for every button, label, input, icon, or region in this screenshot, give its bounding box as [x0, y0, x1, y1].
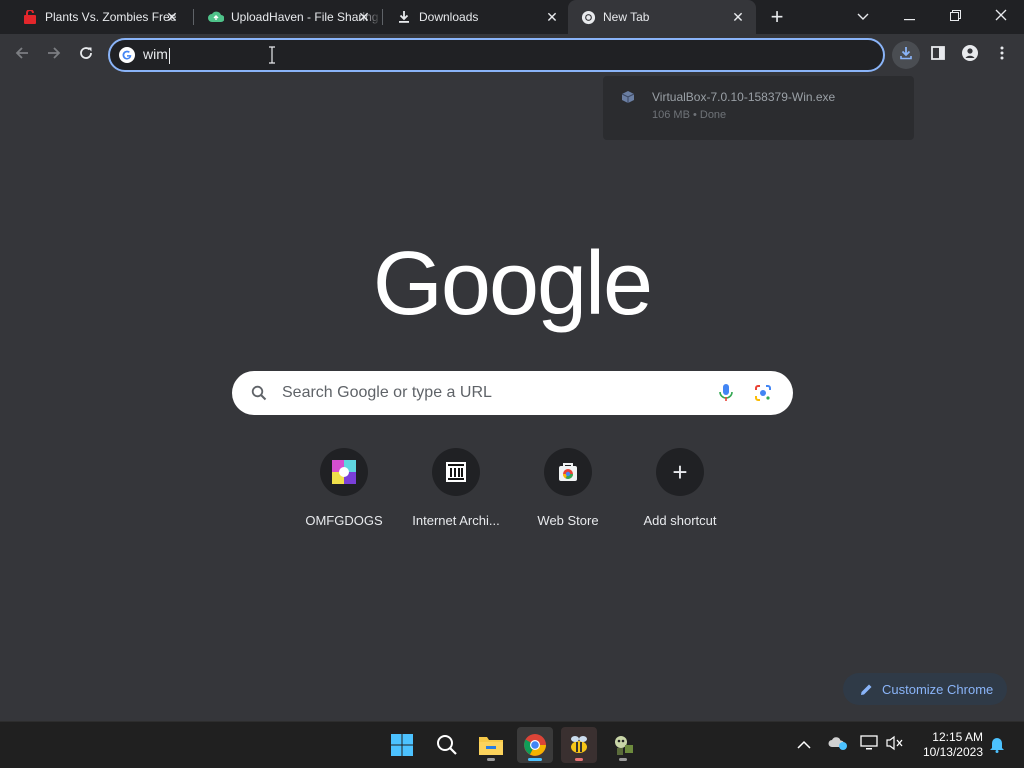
shortcut-label: Internet Archi...: [412, 513, 500, 528]
close-icon: [995, 8, 1007, 26]
chrome-icon[interactable]: [517, 727, 553, 763]
pencil-icon: [860, 683, 873, 696]
running-indicator: [619, 758, 627, 761]
running-indicator: [575, 758, 583, 761]
side-panel-icon: [931, 45, 945, 65]
shortcut-label: Web Store: [537, 513, 599, 528]
plus-icon: +: [656, 448, 704, 496]
running-indicator: [487, 758, 495, 761]
tab-strip: Plants Vs. Zombies Free ✕ UploadHaven - …: [0, 0, 1024, 34]
more-vertical-icon: [1000, 46, 1004, 65]
download-icon: [899, 46, 913, 65]
notification-bell-icon[interactable]: [989, 735, 1005, 758]
profile-button[interactable]: [956, 41, 984, 69]
volume-muted-icon[interactable]: [886, 735, 904, 756]
chevron-down-icon: [857, 8, 869, 26]
shortcut-internet-archive[interactable]: Internet Archi...: [400, 448, 512, 538]
bee-app-icon[interactable]: [561, 727, 597, 763]
windows-start-icon[interactable]: [384, 727, 420, 763]
search-input[interactable]: Search Google or type a URL: [282, 384, 492, 402]
close-icon[interactable]: ✕: [544, 9, 560, 25]
clock-date: 10/13/2023: [922, 745, 983, 759]
cloud-upload-icon: [208, 9, 224, 25]
pvz-app-icon[interactable]: [605, 727, 641, 763]
menu-button[interactable]: [988, 41, 1016, 69]
google-logo: Google: [372, 234, 653, 334]
side-panel-button[interactable]: [924, 41, 952, 69]
taskbar: 12:15 AM 10/13/2023: [0, 721, 1024, 768]
forward-button[interactable]: [40, 41, 68, 69]
clock[interactable]: 12:15 AM 10/13/2023: [913, 730, 983, 760]
shortcut-label: Add shortcut: [643, 513, 717, 528]
shortcut-web-store[interactable]: Web Store: [512, 448, 624, 538]
clock-time: 12:15 AM: [932, 730, 983, 744]
chrome-icon: [580, 9, 596, 25]
minimize-button[interactable]: [886, 0, 932, 34]
download-status: 106 MB • Done: [652, 109, 727, 121]
customize-chrome-button[interactable]: Customize Chrome: [843, 673, 1007, 705]
microphone-icon[interactable]: [719, 384, 733, 407]
customize-chrome-label: Customize Chrome: [882, 681, 994, 697]
downloads-button[interactable]: [892, 41, 920, 69]
download-icon: [396, 9, 412, 25]
shortcut-add[interactable]: + Add shortcut: [624, 448, 736, 538]
back-button[interactable]: [8, 41, 36, 69]
onedrive-icon[interactable]: [828, 735, 848, 756]
restore-icon: [949, 8, 961, 26]
search-icon: [251, 384, 269, 402]
tab-search-button[interactable]: [840, 0, 886, 34]
tab-uploadhaven[interactable]: UploadHaven - File Sharing ✕: [186, 0, 382, 34]
file-explorer-icon[interactable]: [473, 727, 509, 763]
search-icon[interactable]: [429, 727, 465, 763]
internet-archive-icon: [432, 448, 480, 496]
chevron-up-icon[interactable]: [797, 736, 811, 754]
network-icon[interactable]: [860, 735, 878, 756]
active-indicator: [528, 758, 542, 761]
shortcut-label: OMFGDOGS: [305, 513, 383, 528]
close-icon[interactable]: ✕: [356, 9, 372, 25]
pvz-red-icon: [22, 9, 38, 25]
arrow-right-icon: [46, 45, 62, 66]
text-caret: [168, 47, 170, 64]
close-window-button[interactable]: [978, 0, 1024, 34]
shortcut-omfgdogs[interactable]: OMFGDOGS: [288, 448, 400, 538]
profile-icon: [962, 44, 978, 66]
reload-icon: [78, 45, 94, 66]
ibeam-cursor-icon: [268, 46, 276, 69]
virtualbox-icon: [621, 90, 635, 109]
download-filename[interactable]: VirtualBox-7.0.10-158379-Win.exe: [652, 90, 835, 104]
reload-button[interactable]: [72, 41, 100, 69]
search-box[interactable]: Search Google or type a URL: [232, 371, 793, 415]
toolbar: wim: [0, 34, 1024, 76]
close-icon[interactable]: ✕: [730, 9, 746, 25]
tab-new-tab[interactable]: New Tab ✕: [568, 0, 756, 34]
web-store-icon: [544, 448, 592, 496]
address-bar-input[interactable]: wim: [143, 46, 170, 64]
google-lens-icon[interactable]: [754, 384, 772, 407]
restore-button[interactable]: [932, 0, 978, 34]
minimize-icon: [903, 8, 915, 26]
omfgdogs-icon: [320, 448, 368, 496]
download-bubble[interactable]: VirtualBox-7.0.10-158379-Win.exe 106 MB …: [603, 76, 914, 140]
tab-plants-vs-zombies[interactable]: Plants Vs. Zombies Free ✕: [0, 0, 190, 34]
tab-downloads[interactable]: Downloads ✕: [374, 0, 570, 34]
arrow-left-icon: [14, 45, 30, 66]
new-tab-button[interactable]: +: [764, 5, 790, 29]
google-g-icon: [118, 46, 136, 64]
close-icon[interactable]: ✕: [164, 9, 180, 25]
address-bar[interactable]: wim: [108, 38, 885, 72]
